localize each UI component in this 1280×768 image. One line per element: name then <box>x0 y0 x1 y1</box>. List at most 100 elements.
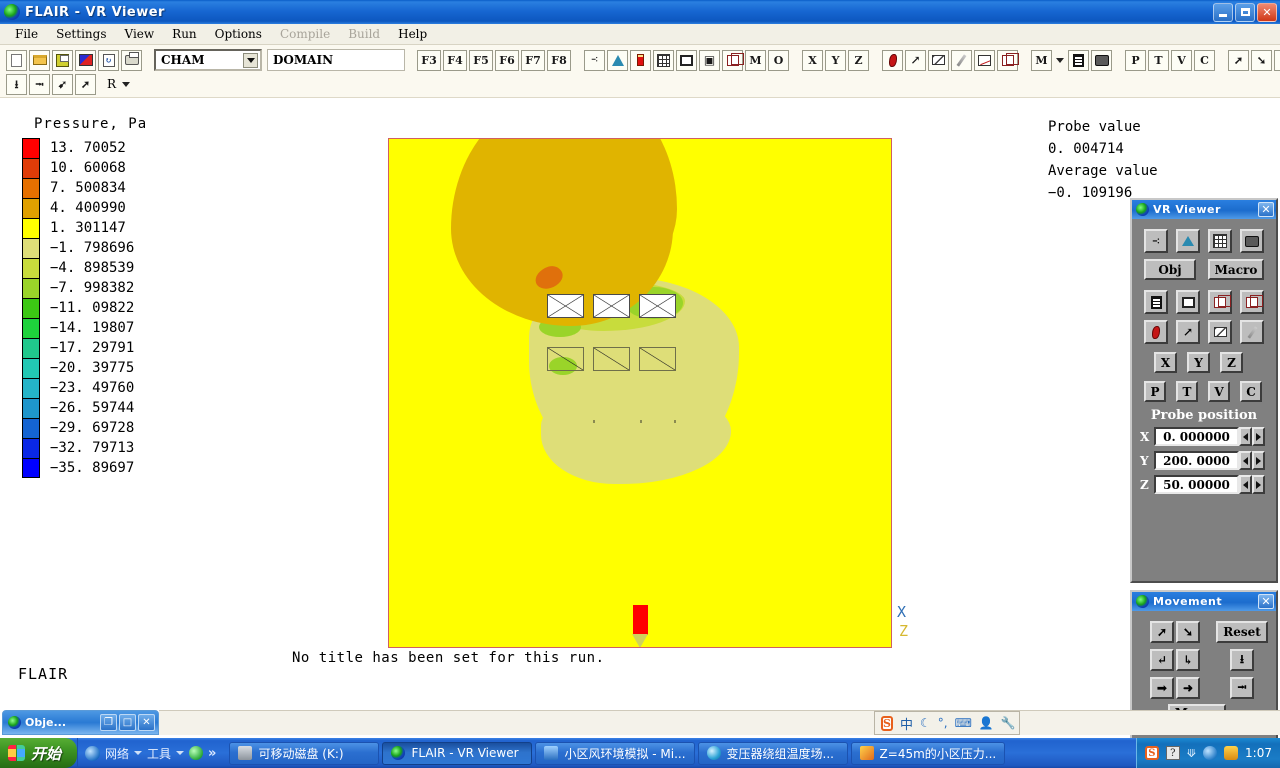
move-left-icon[interactable]: ↵ <box>1150 649 1174 671</box>
zoom-out-icon[interactable]: ➘ <box>1251 50 1272 71</box>
chevron-down-icon[interactable] <box>122 82 130 87</box>
m-button[interactable]: M <box>745 50 766 71</box>
print-icon[interactable] <box>121 50 142 71</box>
probe-x-increment-icon[interactable] <box>1252 427 1265 446</box>
new-icon[interactable] <box>6 50 27 71</box>
fkey-f5-button[interactable]: F5 <box>469 50 493 71</box>
mesh-toggle-icon[interactable]: ∹ <box>584 50 605 71</box>
move-down-left-icon[interactable]: ➘ <box>1176 621 1200 643</box>
objects-maximize-button[interactable]: □ <box>119 714 136 731</box>
domain-cube-icon[interactable] <box>1208 290 1232 314</box>
objects-restore-button[interactable]: ❐ <box>100 714 117 731</box>
tools-icon[interactable] <box>189 746 203 760</box>
building-2[interactable] <box>593 294 630 318</box>
menu-file[interactable]: File <box>6 26 47 42</box>
var-p-button[interactable]: P <box>1125 50 1146 71</box>
start-button[interactable]: 开始 <box>0 738 77 768</box>
plot-canvas[interactable]: X Z <box>389 139 891 647</box>
move-up-icon[interactable]: ➜ <box>1176 677 1200 699</box>
domain-textbox[interactable]: DOMAIN <box>267 49 405 71</box>
ie-icon[interactable] <box>85 746 100 761</box>
grid-icon[interactable] <box>653 50 674 71</box>
maximize-button[interactable] <box>1235 3 1255 22</box>
object-cube-icon[interactable] <box>1240 290 1264 314</box>
rotate-cw-icon[interactable]: ⭲ <box>1230 677 1254 699</box>
minimize-button[interactable] <box>1213 3 1233 22</box>
axis-y-button[interactable]: Y <box>825 50 846 71</box>
vector-arrow-icon[interactable]: ↗ <box>1176 320 1200 344</box>
reset-button[interactable]: Reset <box>1216 621 1268 643</box>
fkey-f6-button[interactable]: F6 <box>495 50 519 71</box>
particle-icon[interactable] <box>951 50 972 71</box>
grid-icon[interactable] <box>1208 229 1232 253</box>
turn-down-icon[interactable]: ⭲ <box>29 74 50 95</box>
tools-icon[interactable]: 🔧 <box>1001 716 1016 730</box>
building-3[interactable] <box>639 294 676 318</box>
vr-panel-title-bar[interactable]: VR Viewer ✕ <box>1132 200 1276 219</box>
vector-arrow-icon[interactable]: ↗ <box>905 50 926 71</box>
vr-var-c-button[interactable]: C <box>1240 381 1262 402</box>
zoom-in-icon[interactable]: ➚ <box>1228 50 1249 71</box>
outline-icon[interactable] <box>1176 290 1200 314</box>
building-6[interactable] <box>639 347 676 371</box>
save-icon[interactable] <box>52 50 73 71</box>
probe-y-stepper[interactable]: Y 200. 0000 <box>1140 451 1268 470</box>
tilt-back-icon[interactable]: ➹ <box>52 74 73 95</box>
mesh-toggle-icon[interactable]: ∹ <box>1144 229 1168 253</box>
object-icon[interactable]: ▣ <box>699 50 720 71</box>
geometry-icon[interactable] <box>1240 229 1264 253</box>
leaf-icon[interactable] <box>882 50 903 71</box>
probe-y-increment-icon[interactable] <box>1252 451 1265 470</box>
task-button[interactable]: 可移动磁盘 (K:) <box>229 742 379 765</box>
move-up-right-icon[interactable]: ➚ <box>1150 621 1174 643</box>
contour-icon[interactable] <box>607 50 628 71</box>
probe-x-decrement-icon[interactable] <box>1239 427 1252 446</box>
move-right-icon[interactable]: ↳ <box>1176 649 1200 671</box>
probe-z-decrement-icon[interactable] <box>1239 475 1252 494</box>
warning-icon[interactable] <box>1224 746 1238 760</box>
leaf-icon[interactable] <box>1144 320 1168 344</box>
taskbar-clock[interactable]: 1:07 <box>1245 746 1272 760</box>
vr-var-t-button[interactable]: T <box>1176 381 1198 402</box>
chevron-down-icon[interactable] <box>134 751 142 755</box>
film-icon[interactable] <box>1068 50 1089 71</box>
user-icon[interactable]: 👤 <box>979 716 994 730</box>
vr-axis-y-button[interactable]: Y <box>1187 352 1210 373</box>
move-down-icon[interactable]: ➟ <box>1150 677 1174 699</box>
graph-icon[interactable] <box>974 50 995 71</box>
task-button[interactable]: 变压器绕组温度场... <box>698 742 848 765</box>
streamline-icon[interactable] <box>1208 320 1232 344</box>
pressure-contour-plot[interactable]: X Z <box>388 138 892 648</box>
axis-x-button[interactable]: X <box>802 50 823 71</box>
building-5[interactable] <box>593 347 630 371</box>
particle-icon[interactable] <box>1240 320 1264 344</box>
chevron-down-icon[interactable] <box>243 53 258 68</box>
task-button[interactable]: 小区风环境模拟 - Mi... <box>535 742 694 765</box>
case-combo[interactable]: CHAM <box>154 49 262 71</box>
chevron-down-icon[interactable] <box>176 751 184 755</box>
objects-close-button[interactable]: ✕ <box>138 714 155 731</box>
building-1[interactable] <box>547 294 584 318</box>
image-icon[interactable] <box>75 50 96 71</box>
quicklaunch-tools-label[interactable]: 工具 <box>147 745 171 762</box>
probe-y-decrement-icon[interactable] <box>1239 451 1252 470</box>
contour-icon[interactable] <box>1176 229 1200 253</box>
m-menu-chevron-down-icon[interactable] <box>1054 50 1066 71</box>
ime-language-bar[interactable]: S 中 ☾ °, ⌨ 👤 🔧 <box>874 711 1020 735</box>
ime-mode-label[interactable]: 中 <box>900 714 913 733</box>
menu-options[interactable]: Options <box>206 26 271 42</box>
open-icon[interactable] <box>29 50 50 71</box>
probe-marker[interactable] <box>633 605 648 635</box>
r-combo[interactable]: R <box>102 74 135 94</box>
building-4[interactable] <box>547 347 584 371</box>
menu-settings[interactable]: Settings <box>47 26 115 42</box>
vr-viewer-panel[interactable]: VR Viewer ✕ ∹ Obj Macro ↗ <box>1130 198 1278 583</box>
probe-z-stepper[interactable]: Z 50. 00000 <box>1140 475 1268 494</box>
probe-z-increment-icon[interactable] <box>1252 475 1265 494</box>
movement-panel-title-bar[interactable]: Movement ✕ <box>1132 592 1276 611</box>
objects-window[interactable]: Obje... ❐ □ ✕ <box>2 710 159 735</box>
quicklaunch-network-label[interactable]: 网络 <box>105 745 129 762</box>
keyboard-icon[interactable]: ⌨ <box>955 716 972 730</box>
close-button[interactable]: ✕ <box>1257 3 1277 22</box>
vr-axis-z-button[interactable]: Z <box>1220 352 1243 373</box>
